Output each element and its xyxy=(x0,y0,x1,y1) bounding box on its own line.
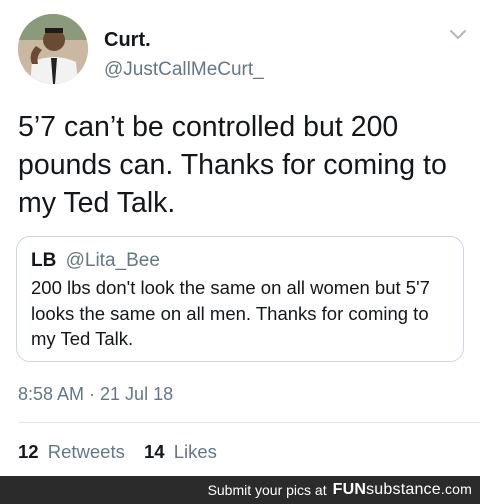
author-handle[interactable]: @JustCallMeCurt_ xyxy=(104,58,264,82)
tweet-timestamp[interactable]: 8:58 AM · 21 Jul 18 xyxy=(18,382,173,406)
divider xyxy=(18,422,480,423)
author-info: Curt. @JustCallMeCurt_ xyxy=(104,28,264,82)
footer-text: Submit your pics at xyxy=(207,482,327,498)
tweet-header: Curt. @JustCallMeCurt_ xyxy=(18,14,468,86)
watermark-footer: Submit your pics at FUNsubstance.com xyxy=(0,476,480,504)
tweet-stats: 12 Retweets 14 Likes xyxy=(18,440,217,464)
quoted-tweet-text: 200 lbs don't look the same on all women… xyxy=(31,277,430,349)
quoted-tweet-header: LB @Lita_Bee xyxy=(31,249,160,273)
avatar[interactable] xyxy=(18,14,88,84)
likes-count: 14 xyxy=(143,441,165,462)
author-display-name[interactable]: Curt. xyxy=(104,28,264,52)
quoted-handle: @Lita_Bee xyxy=(65,250,160,271)
likes-label: Likes xyxy=(173,441,217,462)
retweets-count: 12 xyxy=(18,441,39,462)
retweets-stat[interactable]: 12 Retweets xyxy=(18,440,125,464)
tweet-text: 5’7 can’t be controlled but 200 pounds c… xyxy=(18,111,447,219)
funsubstance-logo: FUNsubstance.com xyxy=(332,481,472,498)
chevron-down-icon[interactable] xyxy=(448,28,468,42)
retweets-label: Retweets xyxy=(47,441,125,462)
quoted-tweet[interactable]: LB @Lita_Bee 200 lbs don't look the same… xyxy=(16,236,464,362)
quoted-display-name: LB xyxy=(31,250,57,271)
tweet-page: Curt. @JustCallMeCurt_ 5’7 can’t be cont… xyxy=(0,0,480,504)
likes-stat[interactable]: 14 Likes xyxy=(144,440,217,464)
